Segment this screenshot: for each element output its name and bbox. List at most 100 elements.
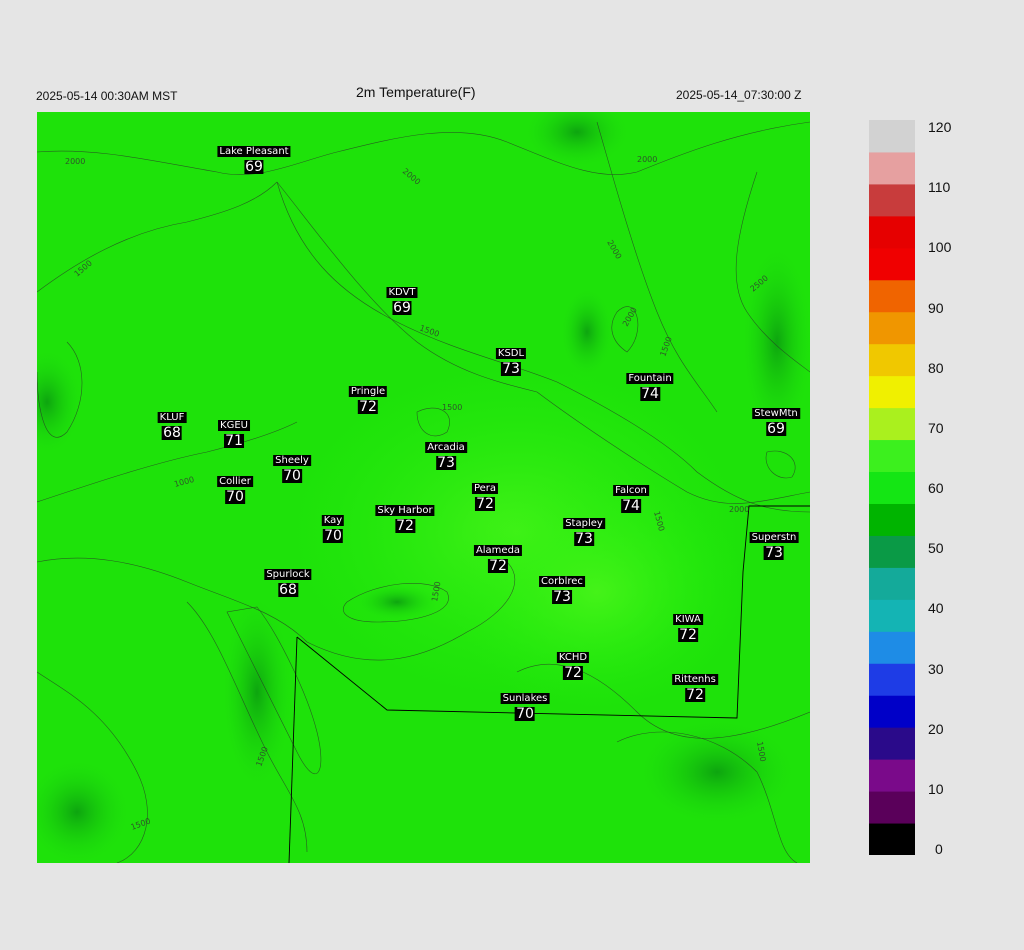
station-marker[interactable]: StewMtn 69	[752, 403, 800, 436]
station-name: Lake Pleasant	[217, 146, 291, 157]
colorbar-band	[869, 151, 915, 185]
station-marker[interactable]: Rittenhs 72	[672, 669, 718, 702]
station-temperature: 72	[395, 518, 415, 534]
station-name: Sunlakes	[500, 693, 550, 704]
station-marker[interactable]: Kay 70	[321, 510, 345, 544]
svg-text:1500: 1500	[442, 403, 462, 412]
colorbar-tick-label: 50	[928, 540, 944, 557]
station-marker[interactable]: Pera 72	[471, 478, 499, 511]
station-name: KSDL	[495, 348, 527, 359]
colorbar-band	[869, 567, 915, 600]
colorbar-band	[869, 695, 915, 728]
station-temperature: 68	[162, 425, 182, 441]
station-name: Superstn	[749, 532, 799, 543]
colorbar-tick-label: 40	[928, 600, 944, 617]
station-marker[interactable]: Sunlakes 70	[500, 688, 550, 721]
colorbar-tick-label: 100	[928, 239, 952, 256]
station-name: Pera	[471, 483, 499, 494]
colorbar-band	[869, 471, 915, 504]
colorbar-band	[869, 631, 915, 664]
station-name: Alameda	[473, 545, 523, 556]
station-marker[interactable]: Sky Harbor 72	[375, 500, 435, 534]
colorbar	[869, 120, 915, 855]
colorbar-tick-label: 70	[928, 419, 944, 436]
station-name: KGEU	[218, 420, 250, 431]
colorbar-band	[869, 439, 915, 473]
station-temperature: 70	[323, 528, 343, 544]
station-marker[interactable]: KDVT 69	[386, 282, 418, 316]
colorbar-band	[869, 343, 915, 377]
station-marker[interactable]: Pringle 72	[348, 381, 388, 415]
colorbar-band	[869, 663, 915, 696]
station-temperature: 70	[225, 489, 245, 505]
station-marker[interactable]: Collier 70	[217, 471, 253, 504]
colorbar-band	[869, 183, 915, 217]
station-temperature: 68	[278, 582, 298, 598]
colorbar-tick-label: 10	[928, 780, 944, 797]
colorbar-tick-label: 0	[935, 841, 943, 857]
station-marker[interactable]: Superstn 73	[749, 527, 799, 561]
station-marker[interactable]: KSDL 73	[495, 343, 527, 377]
colorbar-band	[869, 215, 915, 249]
station-temperature: 73	[574, 531, 594, 547]
station-name: Arcadia	[425, 442, 467, 453]
station-marker[interactable]: Arcadia 73	[425, 437, 467, 470]
station-temperature: 73	[764, 545, 784, 561]
station-temperature: 69	[766, 421, 786, 437]
colorbar-band	[869, 407, 915, 441]
station-name: KLUF	[157, 412, 187, 423]
colorbar-band	[869, 791, 915, 824]
colorbar-tick-label: 90	[928, 299, 944, 316]
station-name: Rittenhs	[672, 674, 718, 685]
station-marker[interactable]: Alameda 72	[473, 540, 523, 574]
station-name: Sky Harbor	[375, 505, 435, 516]
colorbar-band	[869, 759, 915, 792]
station-temperature: 69	[244, 159, 264, 175]
station-temperature: 73	[552, 589, 572, 605]
terrain-field: 2000 2000 2000 2000 1500 1500 1500 1500 …	[37, 112, 810, 863]
station-name: Sheely	[273, 455, 311, 466]
station-temperature: 72	[488, 558, 508, 574]
station-marker[interactable]: KCHD 72	[556, 647, 590, 681]
colorbar-band	[869, 279, 915, 313]
colorbar-tick-label: 110	[928, 179, 951, 196]
station-marker[interactable]: Spurlock 68	[264, 564, 312, 598]
station-temperature: 74	[621, 498, 641, 514]
station-name: Corblrec	[539, 576, 585, 587]
colorbar-band	[869, 727, 915, 760]
station-name: Pringle	[348, 386, 388, 397]
colorbar-band	[869, 311, 915, 345]
station-marker[interactable]: Stapley 73	[563, 513, 605, 546]
colorbar-band	[869, 375, 915, 409]
colorbar-band	[869, 599, 915, 632]
station-name: Collier	[217, 476, 253, 487]
station-marker[interactable]: Lake Pleasant 69	[217, 141, 291, 175]
colorbar-tick-label: 20	[928, 720, 944, 737]
station-temperature: 69	[392, 300, 412, 316]
station-marker[interactable]: Sheely 70	[273, 450, 311, 483]
station-marker[interactable]: Fountain 74	[626, 368, 674, 401]
map-title: 2m Temperature(F)	[356, 84, 476, 100]
station-temperature: 73	[501, 361, 521, 377]
colorbar-band	[869, 247, 915, 281]
colorbar-tick-label: 60	[928, 480, 944, 496]
station-name: Spurlock	[264, 569, 312, 580]
station-temperature: 71	[224, 433, 244, 449]
station-marker[interactable]: Corblrec 73	[539, 571, 585, 604]
colorbar-band	[869, 535, 915, 568]
station-temperature: 70	[282, 468, 302, 484]
station-marker[interactable]: KIWA 72	[673, 609, 703, 642]
station-marker[interactable]: Falcon 74	[613, 480, 649, 513]
local-time: 2025-05-14 00:30AM MST	[36, 89, 178, 103]
station-temperature: 72	[358, 399, 378, 415]
temperature-map[interactable]: 2000 2000 2000 2000 1500 1500 1500 1500 …	[37, 112, 810, 863]
colorbar-tick-label: 80	[928, 359, 944, 376]
svg-text:2000: 2000	[637, 155, 657, 164]
station-marker[interactable]: KLUF 68	[157, 407, 187, 441]
station-name: KIWA	[673, 614, 703, 625]
utc-time: 2025-05-14_07:30:00 Z	[676, 88, 802, 102]
station-marker[interactable]: KGEU 71	[218, 415, 250, 448]
station-temperature: 73	[436, 455, 456, 471]
station-name: KCHD	[556, 652, 590, 663]
station-temperature: 72	[563, 665, 583, 681]
